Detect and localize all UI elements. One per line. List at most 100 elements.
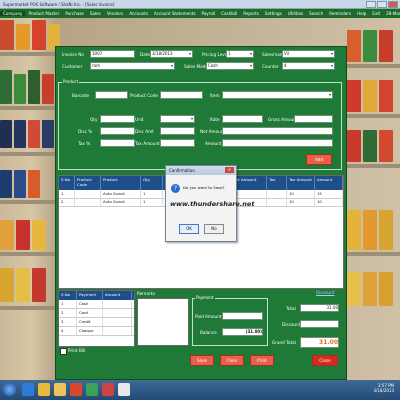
table-cell: 1 xyxy=(141,190,163,198)
pricing-level-select[interactable]: 1 xyxy=(226,50,254,58)
dialog-close-icon[interactable]: ✕ xyxy=(225,167,234,173)
payment-cell: Cheque xyxy=(77,327,103,335)
grid-col-product-code[interactable]: Product Code xyxy=(75,176,101,190)
menu-item-reminders[interactable]: Reminders xyxy=(326,11,354,16)
menu-item-cashbill[interactable]: Cashbill xyxy=(218,11,240,16)
grid-col-amount[interactable]: Amount xyxy=(315,176,343,190)
qty-label: Qty xyxy=(90,117,98,122)
table-cell xyxy=(75,190,101,198)
ie-icon[interactable] xyxy=(22,383,34,396)
payment-row[interactable]: 3 Credit xyxy=(59,318,134,327)
grid-col-tax[interactable]: Tax xyxy=(267,176,287,190)
date-picker[interactable]: 3/18/2013 xyxy=(150,50,193,58)
print-bill-checkbox[interactable] xyxy=(60,348,67,355)
payment-box xyxy=(192,298,268,346)
item-label: Item xyxy=(210,93,220,98)
amount-field[interactable] xyxy=(222,139,333,147)
counter-label: Counter xyxy=(262,64,279,69)
payment-row[interactable]: 4 Cheque xyxy=(59,327,134,336)
payment-cell: 2 xyxy=(59,309,77,317)
menu-item-reports[interactable]: Reports xyxy=(240,11,262,16)
discount-label: Discount xyxy=(282,322,301,327)
payment-row[interactable]: 1 Cash xyxy=(59,300,134,309)
maximize-button[interactable] xyxy=(377,1,387,8)
net-amount-field[interactable] xyxy=(222,127,333,135)
invoice-no-label: Invoice No xyxy=(62,52,84,57)
unit-select[interactable] xyxy=(160,115,195,123)
clear-button[interactable]: Clear xyxy=(220,355,244,366)
dialog-no-button[interactable]: No xyxy=(204,224,224,234)
document-icon[interactable] xyxy=(118,383,130,396)
remarks-textarea[interactable] xyxy=(137,298,189,346)
tax-percent-field[interactable] xyxy=(100,139,135,147)
qty-field[interactable] xyxy=(100,115,135,123)
payment-row[interactable]: 2 Card xyxy=(59,309,134,318)
payment-grid[interactable]: S.No Payment Amount 1 Cash 2 Card 3 Credit 4 Ch… xyxy=(58,290,135,347)
menu-item-product-master[interactable]: Product Master xyxy=(25,11,62,16)
tax-amount-field[interactable] xyxy=(160,139,195,147)
disc-amount-field[interactable] xyxy=(160,127,195,135)
menu-bar: Company Product Master Purchase Sales Vendor… xyxy=(0,9,400,18)
total-field: 31.00 xyxy=(300,304,339,312)
barcode-field[interactable] xyxy=(95,91,128,99)
start-button-icon[interactable] xyxy=(3,383,16,396)
menu-item-company[interactable]: Company xyxy=(0,11,26,16)
menu-item-28-mar-2013[interactable]: 28-Mar-2013 xyxy=(383,11,400,16)
menu-item-account-statements[interactable]: Account Statements xyxy=(151,11,199,16)
grand-total-field: 31.00 xyxy=(300,337,339,348)
salesman-select[interactable]: Vil xyxy=(282,50,335,58)
disc-amount-label: Disc Amt xyxy=(135,129,154,134)
payment-cell: Credit xyxy=(77,318,103,326)
menu-item-purchase[interactable]: Purchase xyxy=(62,11,87,16)
paid-amount-field[interactable] xyxy=(222,312,263,320)
chrome-icon[interactable] xyxy=(38,383,50,396)
item-select[interactable] xyxy=(222,91,333,99)
menu-item-accounts[interactable]: Accounts xyxy=(126,11,151,16)
menu-item-sales[interactable]: Sales xyxy=(87,11,104,16)
tax-amount-label: Tax Amount xyxy=(135,141,160,146)
add-button[interactable]: Add xyxy=(306,154,332,165)
pos-app-icon[interactable] xyxy=(86,383,98,396)
confirmation-dialog: Confirmation ✕ ? Do you want to Save? ww… xyxy=(165,165,254,242)
dialog-ok-button[interactable]: OK xyxy=(179,224,199,234)
payment-cell xyxy=(103,327,132,335)
rate-field[interactable] xyxy=(222,115,263,123)
customer-select[interactable]: ram xyxy=(90,62,175,70)
close-button[interactable]: Close xyxy=(312,355,338,366)
print-button[interactable]: Print xyxy=(250,355,274,366)
grid-col-tax-amount[interactable]: Tax Amount xyxy=(287,176,315,190)
grid-col-qty[interactable]: Qty xyxy=(141,176,163,190)
invoice-no-field[interactable]: 1007 xyxy=(90,50,135,58)
recording-icon[interactable] xyxy=(102,383,114,396)
product-code-field[interactable] xyxy=(160,91,203,99)
grid-col-product[interactable]: Product xyxy=(101,176,141,190)
tax-percent-label: Tax % xyxy=(78,141,91,146)
customer-label: Customer xyxy=(62,64,83,69)
disc-percent-field[interactable] xyxy=(100,127,135,135)
media-player-icon[interactable] xyxy=(70,383,82,396)
menu-item-search[interactable]: Search xyxy=(306,11,326,16)
rate-label: Rate xyxy=(210,117,220,122)
menu-item-utilities[interactable]: Utilities xyxy=(285,11,306,16)
balance-label: Balance xyxy=(200,330,217,335)
menu-item-payroll[interactable]: Payroll xyxy=(199,11,219,16)
system-clock[interactable]: 3:57 PM 3/18/2013 xyxy=(373,383,394,393)
discount-link[interactable]: Discount xyxy=(316,290,334,295)
discount-field[interactable] xyxy=(300,320,339,328)
close-window-button[interactable] xyxy=(388,1,398,8)
dialog-title: Confirmation xyxy=(169,168,195,173)
gross-amount-field[interactable] xyxy=(294,115,333,123)
menu-item-exit[interactable]: Exit xyxy=(369,11,383,16)
save-button[interactable]: Save xyxy=(190,355,214,366)
payment-grid-header: S.No Payment Amount xyxy=(59,291,134,300)
menu-item-help[interactable]: Help xyxy=(354,11,369,16)
disc-percent-label: Disc % xyxy=(78,129,93,134)
sales-mode-select[interactable]: Cash xyxy=(206,62,254,70)
folder-icon[interactable] xyxy=(54,383,66,396)
grid-col-s-no[interactable]: S.No xyxy=(59,176,75,190)
menu-item-vendors[interactable]: Vendors xyxy=(104,11,127,16)
table-cell xyxy=(267,190,287,198)
counter-select[interactable]: 4 xyxy=(282,62,335,70)
minimize-button[interactable] xyxy=(366,1,376,8)
menu-item-settings[interactable]: Settings xyxy=(262,11,285,16)
